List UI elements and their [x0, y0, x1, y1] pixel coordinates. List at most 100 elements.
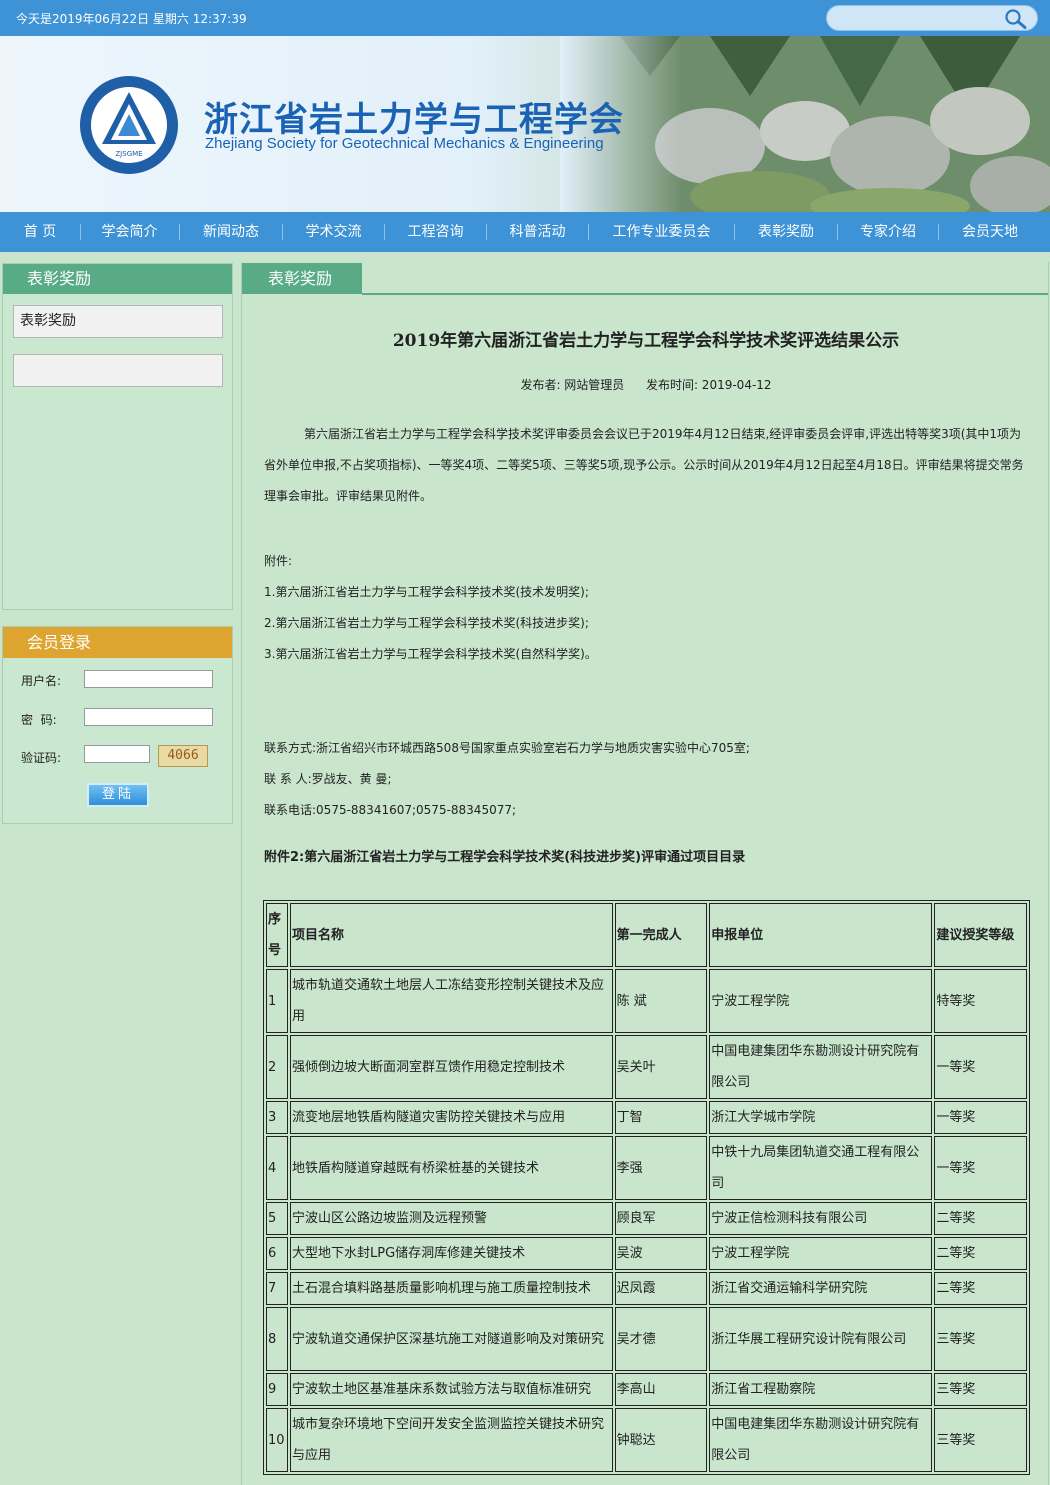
table-cell: 10: [266, 1408, 288, 1472]
table-cell: 宁波正信检测科技有限公司: [709, 1202, 933, 1235]
header-cell: 序号: [266, 903, 288, 967]
table-cell: 流变地层地铁盾构隧道灾害防控关键技术与应用: [289, 1101, 613, 1134]
table-cell: 浙江华展工程研究设计院有限公司: [709, 1307, 933, 1371]
article-intro: 第六届浙江省岩土力学与工程学会科学技术奖评审委员会会议已于2019年4月12日结…: [264, 427, 1024, 503]
table-cell: 吴波: [614, 1237, 708, 1270]
captcha-image[interactable]: 4066: [158, 745, 208, 767]
awards-table: 序号 项目名称 第一完成人 申报单位 建议授奖等级 1 城市轨道交通软土地层人工…: [263, 900, 1030, 1475]
table-cell: 土石混合填料路基质量影响机理与施工质量控制技术: [289, 1272, 613, 1305]
attachment-link[interactable]: 2.第六届浙江省岩土力学与工程学会科学技术奖(科技进步奖);: [264, 614, 589, 631]
table-cell: 城市复杂环境地下空间开发安全监测监控关键技术研究与应用: [289, 1408, 613, 1472]
sidebar-category-panel: 表彰奖励 表彰奖励: [2, 263, 233, 610]
table-title: 附件2:第六届浙江省岩土力学与工程学会科学技术奖(科技进步奖)评审通过项目目录: [264, 850, 746, 865]
table-cell: 顾良军: [614, 1202, 708, 1235]
table-cell: 中国电建集团华东勘测设计研究院有限公司: [709, 1408, 933, 1472]
password-input[interactable]: [84, 708, 213, 726]
table-cell: 城市轨道交通软土地层人工冻结变形控制关键技术及应用: [289, 969, 613, 1033]
table-cell: 二等奖: [934, 1272, 1027, 1305]
captcha-input[interactable]: [84, 745, 150, 763]
username-label: 用户名:: [21, 674, 62, 688]
main-content: 表彰奖励 2019年第六届浙江省岩土力学与工程学会科学技术奖评选结果公示 发布者…: [241, 262, 1049, 1485]
table-cell: 9: [266, 1373, 288, 1406]
nav-item-awards[interactable]: 表彰奖励: [735, 212, 837, 252]
table-cell: 二等奖: [934, 1237, 1027, 1270]
table-cell: 三等奖: [934, 1307, 1027, 1371]
table-cell: 大型地下水封LPG储存洞库修建关键技术: [289, 1237, 613, 1270]
header-cell: 第一完成人: [614, 903, 708, 967]
table-row: 7 土石混合填料路基质量影响机理与施工质量控制技术 迟凤霞 浙江省交通运输科学研…: [266, 1272, 1027, 1305]
contact-phone: 联系电话:0575-88341607;0575-88345077;: [264, 803, 517, 817]
contact-people: 联 系 人:罗战友、黄 曼;: [264, 772, 392, 786]
nav-item-experts[interactable]: 专家介绍: [838, 212, 938, 252]
date-time-text: 今天是2019年06月22日 星期六 12:37:39: [16, 12, 247, 26]
table-cell: 一等奖: [934, 1136, 1027, 1200]
table-cell: 吴才德: [614, 1307, 708, 1371]
nav-item-members[interactable]: 会员天地: [939, 212, 1041, 252]
main-nav: 首 页 学会简介 新闻动态 学术交流 工程咨询 科普活动 工作专业委员会 表彰奖…: [0, 212, 1050, 252]
table-cell: 1: [266, 969, 288, 1033]
article-date: 发布时间: 2019-04-12: [645, 378, 772, 392]
table-cell: 2: [266, 1035, 288, 1099]
nav-item-academic[interactable]: 学术交流: [283, 212, 384, 252]
table-cell: 宁波工程学院: [709, 969, 933, 1033]
table-row: 1 城市轨道交通软土地层人工冻结变形控制关键技术及应用 陈 斌 宁波工程学院 特…: [266, 969, 1027, 1033]
table-cell: 一等奖: [934, 1101, 1027, 1134]
table-cell: 地铁盾构隧道穿越既有桥梁桩基的关键技术: [289, 1136, 613, 1200]
table-cell: 5: [266, 1202, 288, 1235]
table-cell: 浙江大学城市学院: [709, 1101, 933, 1134]
sidebar-item-empty[interactable]: [13, 354, 223, 387]
search-icon[interactable]: [1003, 8, 1029, 30]
sidebar-item-awards[interactable]: 表彰奖励: [13, 305, 223, 338]
table-row: 10 城市复杂环境地下空间开发安全监测监控关键技术研究与应用 钟聪达 中国电建集…: [266, 1408, 1027, 1472]
article-meta: 发布者: 网站管理员 发布时间: 2019-04-12: [242, 376, 1050, 393]
table-header-row: 序号 项目名称 第一完成人 申报单位 建议授奖等级: [266, 903, 1027, 967]
attachment-link[interactable]: 1.第六届浙江省岩土力学与工程学会科学技术奖(技术发明奖);: [264, 583, 589, 600]
site-title-cn: 浙江省岩土力学与工程学会: [204, 100, 624, 140]
nav-item-science[interactable]: 科普活动: [487, 212, 588, 252]
header-cell: 项目名称: [289, 903, 613, 967]
login-button[interactable]: 登陆: [87, 783, 149, 807]
table-cell: 宁波软土地区基准基床系数试验方法与取值标准研究: [289, 1373, 613, 1406]
top-bar: 今天是2019年06月22日 星期六 12:37:39: [0, 0, 1050, 36]
content-tab: 表彰奖励: [242, 263, 362, 294]
sidebar-heading: 表彰奖励: [3, 264, 232, 294]
table-row: 2 强倾倒边坡大断面洞室群互馈作用稳定控制技术 吴关叶 中国电建集团华东勘测设计…: [266, 1035, 1027, 1099]
table-row: 8 宁波轨道交通保护区深基坑施工对隧道影响及对策研究 吴才德 浙江华展工程研究设…: [266, 1307, 1027, 1371]
table-row: 4 地铁盾构隧道穿越既有桥梁桩基的关键技术 李强 中铁十九局集团轨道交通工程有限…: [266, 1136, 1027, 1200]
header-cell: 申报单位: [709, 903, 933, 967]
table-cell: 浙江省工程勘察院: [709, 1373, 933, 1406]
nav-item-committees[interactable]: 工作专业委员会: [589, 212, 734, 252]
search-input[interactable]: [839, 10, 999, 27]
password-label: 密 码:: [21, 713, 57, 727]
nav-item-consulting[interactable]: 工程咨询: [385, 212, 486, 252]
username-input[interactable]: [84, 670, 213, 688]
table-cell: 宁波工程学院: [709, 1237, 933, 1270]
logo-abbreviation: ZJSGME: [115, 150, 142, 158]
nav-item-home[interactable]: 首 页: [0, 212, 80, 252]
nav-item-about[interactable]: 学会简介: [81, 212, 178, 252]
table-cell: 特等奖: [934, 969, 1027, 1033]
table-cell: 宁波轨道交通保护区深基坑施工对隧道影响及对策研究: [289, 1307, 613, 1371]
table-row: 5 宁波山区公路边坡监测及远程预警 顾良军 宁波正信检测科技有限公司 二等奖: [266, 1202, 1027, 1235]
table-cell: 三等奖: [934, 1373, 1027, 1406]
table-cell: 浙江省交通运输科学研究院: [709, 1272, 933, 1305]
table-cell: 迟凤霞: [614, 1272, 708, 1305]
search-box: [826, 5, 1038, 31]
tab-divider: [362, 293, 1048, 295]
table-cell: 强倾倒边坡大断面洞室群互馈作用稳定控制技术: [289, 1035, 613, 1099]
table-cell: 吴关叶: [614, 1035, 708, 1099]
table-cell: 一等奖: [934, 1035, 1027, 1099]
attachments-label: 附件:: [264, 554, 293, 568]
header-cell: 建议授奖等级: [934, 903, 1027, 967]
society-logo: ZJSGME: [78, 74, 180, 176]
login-heading: 会员登录: [3, 627, 232, 658]
table-cell: 二等奖: [934, 1202, 1027, 1235]
member-login-panel: 会员登录 用户名: 密 码: 验证码: 4066 登陆: [2, 626, 233, 824]
table-row: 6 大型地下水封LPG储存洞库修建关键技术 吴波 宁波工程学院 二等奖: [266, 1237, 1027, 1270]
nav-item-news[interactable]: 新闻动态: [180, 212, 282, 252]
table-cell: 丁智: [614, 1101, 708, 1134]
article-title: 2019年第六届浙江省岩土力学与工程学会科学技术奖评选结果公示: [392, 331, 900, 351]
site-title-en: Zhejiang Society for Geotechnical Mechan…: [205, 135, 604, 152]
attachment-link[interactable]: 3.第六届浙江省岩土力学与工程学会科学技术奖(自然科学奖)。: [264, 645, 597, 662]
landscape-image: [560, 36, 1050, 212]
